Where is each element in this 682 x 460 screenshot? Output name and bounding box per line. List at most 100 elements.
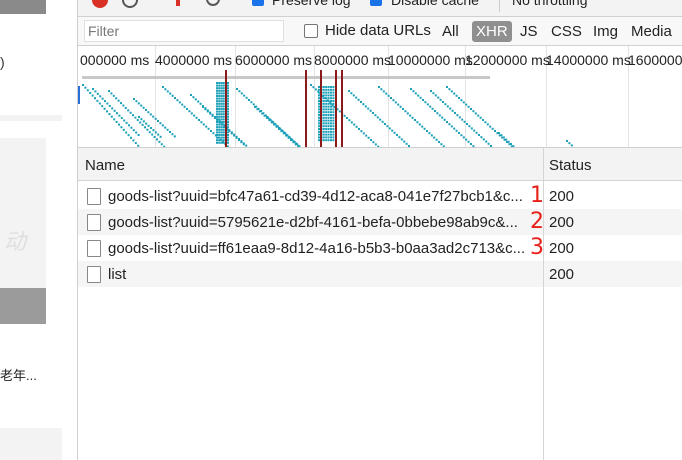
- overview-request-dot: [282, 131, 285, 134]
- panel-divider[interactable]: [62, 0, 78, 460]
- type-filter-all[interactable]: All: [442, 21, 459, 42]
- page-button-bar[interactable]: [0, 288, 46, 324]
- table-row[interactable]: list 200: [78, 261, 682, 287]
- hide-data-urls-checkbox[interactable]: [304, 24, 318, 38]
- overview-request-dot: [220, 87, 223, 90]
- filter-input[interactable]: [84, 20, 284, 42]
- overview-request-dot: [216, 128, 218, 131]
- file-icon: [87, 214, 101, 231]
- overview-request-dot: [458, 97, 460, 99]
- overview-request-dot: [372, 112, 374, 114]
- search-icon[interactable]: [206, 0, 220, 6]
- table-row[interactable]: goods-list?uuid=5795621e-d2bf-4161-befa-…: [78, 209, 682, 235]
- request-name: goods-list?uuid=bfc47a61-cd39-4d12-aca8-…: [108, 188, 523, 205]
- column-separator[interactable]: [543, 148, 544, 460]
- filter-icon[interactable]: [176, 0, 180, 6]
- overview-request-dot: [472, 145, 475, 147]
- disable-cache-checkbox[interactable]: [370, 0, 382, 6]
- table-row[interactable]: goods-list?uuid=bfc47a61-cd39-4d12-aca8-…: [78, 183, 682, 209]
- overview-request-dot: [176, 99, 179, 102]
- type-filter-img[interactable]: Img: [593, 21, 618, 42]
- overview-request-dot: [220, 113, 223, 116]
- type-filter-css[interactable]: CSS: [551, 21, 582, 42]
- overview-request-dot: [434, 94, 437, 97]
- overview-event-marker: [320, 70, 322, 147]
- overview-request-dot: [200, 121, 203, 124]
- overview-request-dot: [216, 100, 218, 103]
- overview-request-dot: [454, 112, 456, 114]
- overview-request-dot: [218, 134, 221, 136]
- overview-request-dot: [227, 97, 229, 100]
- overview-request-dot: [322, 91, 325, 94]
- overview-request-dot: [318, 86, 320, 88]
- type-filter-js[interactable]: JS: [520, 21, 538, 42]
- overview-request-dot: [437, 96, 440, 99]
- overview-request-dot: [125, 131, 128, 134]
- table-row[interactable]: goods-list?uuid=ff61eaa9-8d12-4a16-b5b3-…: [78, 235, 682, 261]
- overview-request-dot: [439, 98, 442, 101]
- overview-request-dot: [327, 122, 330, 125]
- overview-request-dot: [393, 131, 396, 134]
- overview-request-dot: [474, 112, 477, 115]
- type-filter-xhr[interactable]: XHR: [472, 21, 512, 42]
- overview-request-dot: [332, 133, 335, 136]
- overview-request-dot: [327, 119, 330, 122]
- overview-request-dot: [160, 143, 163, 146]
- overview-request-dot: [227, 110, 229, 113]
- request-status: 200: [549, 266, 575, 283]
- overview-request-dot: [227, 134, 229, 136]
- record-icon[interactable]: [92, 0, 108, 8]
- overview-request-dot: [216, 131, 218, 134]
- overview-request-dot: [330, 133, 332, 136]
- overview-request-dot: [332, 125, 335, 128]
- overview-event-marker: [305, 70, 307, 147]
- overview-request-dot: [568, 142, 571, 145]
- overview-request-dot: [355, 125, 358, 128]
- overview-request-dot: [171, 94, 174, 97]
- overview-request-dot: [370, 139, 372, 141]
- overview-request-dot: [374, 114, 377, 117]
- overview-request-dot: [220, 136, 223, 139]
- overview-request-dot: [141, 123, 144, 126]
- column-header-status[interactable]: Status: [549, 157, 592, 174]
- overview-request-dot: [220, 110, 223, 113]
- overview-request-dot: [108, 90, 110, 92]
- column-header-name[interactable]: Name: [85, 157, 125, 174]
- overview-request-dot: [424, 101, 427, 104]
- type-filter-media[interactable]: Media: [631, 21, 672, 42]
- page-card[interactable]: [0, 138, 46, 288]
- overview-request-dot: [192, 96, 195, 99]
- overview-request-dot: [220, 115, 223, 118]
- overview-request-dot: [140, 118, 143, 121]
- overview-request-dot: [227, 131, 229, 134]
- overview-request-dot: [480, 136, 483, 139]
- overview-request-dot: [216, 134, 218, 136]
- overview-request-dot: [222, 128, 225, 131]
- overview-request-dot: [318, 116, 320, 119]
- overview-request-dot: [322, 122, 325, 125]
- network-overview-timeline[interactable]: 000000 ms 4000000 ms 6000000 ms 8000000 …: [78, 46, 682, 148]
- overview-request-dot: [194, 98, 197, 101]
- overview-request-dot: [218, 105, 221, 108]
- overview-request-dot: [292, 140, 295, 143]
- overview-request-dot: [484, 121, 487, 124]
- overview-request-dot: [254, 106, 256, 108]
- overview-request-dot: [435, 138, 438, 141]
- overview-request-dot: [129, 111, 132, 114]
- clear-icon[interactable]: [122, 0, 138, 8]
- overview-request-dot: [220, 139, 223, 142]
- overview-request-dot: [417, 94, 420, 97]
- throttling-select[interactable]: No throttling: [512, 0, 587, 8]
- overview-request-dot: [220, 118, 223, 121]
- overview-request-dot: [330, 125, 332, 128]
- overview-request-dot: [193, 114, 196, 117]
- overview-request-dot: [418, 123, 421, 126]
- overview-request-dot: [216, 126, 218, 129]
- overview-request-dot: [414, 92, 417, 95]
- overview-request-dot: [332, 88, 335, 91]
- page-snippet-text: 老年...: [0, 368, 37, 383]
- preserve-log-checkbox[interactable]: [252, 0, 264, 6]
- overview-request-dot: [318, 91, 320, 94]
- overview-request-dot: [330, 86, 332, 88]
- overview-request-dot: [429, 105, 432, 108]
